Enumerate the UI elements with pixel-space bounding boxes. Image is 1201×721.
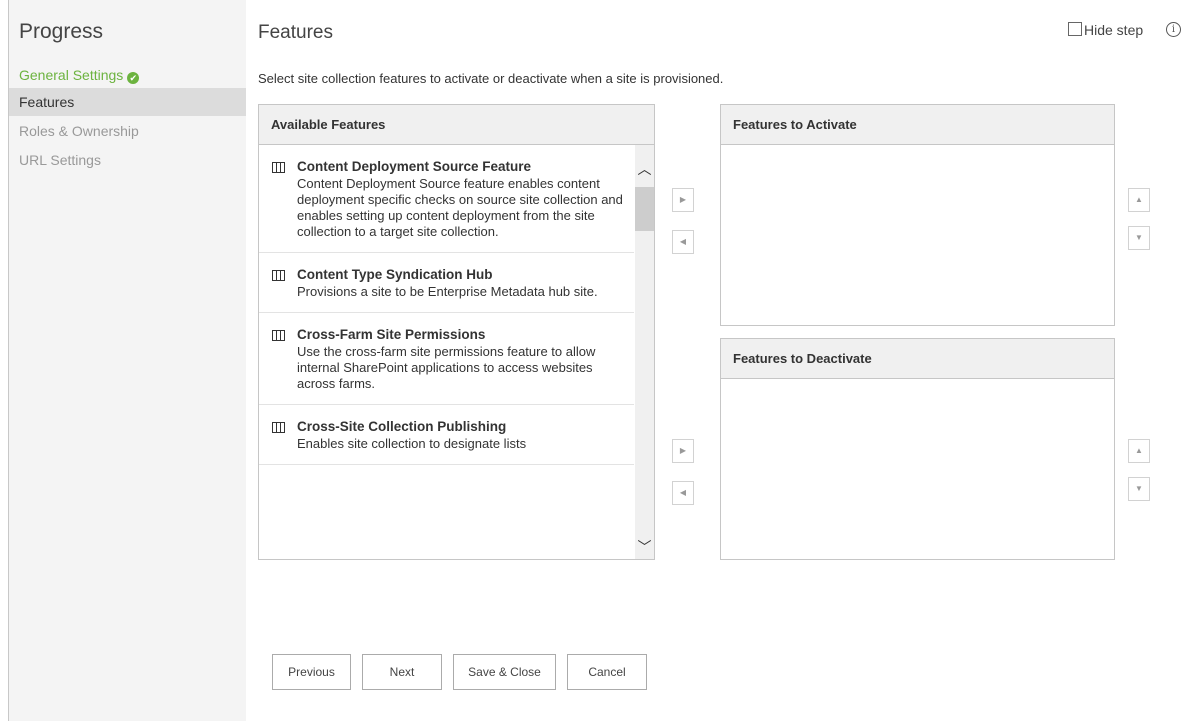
previous-button[interactable]: Previous (272, 654, 351, 690)
available-features-panel: Available Features Content Deployment So… (258, 104, 655, 560)
feature-icon (272, 270, 285, 281)
scroll-up-icon[interactable]: ︿ (635, 159, 654, 179)
features-to-deactivate-panel: Features to Deactivate (720, 338, 1115, 560)
list-item[interactable]: Cross-Site Collection Publishing Enables… (259, 405, 634, 465)
remove-from-deactivate-button[interactable]: ◀ (672, 481, 694, 505)
step-roles-ownership[interactable]: Roles & Ownership (9, 117, 246, 145)
list-item[interactable]: Cross-Farm Site Permissions Use the cros… (259, 313, 634, 405)
cancel-button[interactable]: Cancel (567, 654, 647, 690)
page-title: Features (258, 22, 333, 43)
step-label: Features (19, 94, 75, 110)
step-label: Roles & Ownership (19, 123, 139, 139)
step-features[interactable]: Features (9, 88, 246, 116)
feature-icon (272, 162, 285, 173)
move-to-activate-button[interactable]: ▶ (672, 188, 694, 212)
scroll-thumb[interactable] (635, 187, 654, 231)
checkbox-box[interactable] (1068, 22, 1082, 36)
feature-title: Content Deployment Source Feature (297, 159, 532, 174)
features-to-activate-header: Features to Activate (721, 105, 1114, 145)
step-label: General Settings (19, 67, 124, 83)
deactivate-move-down-button[interactable]: ▼ (1128, 477, 1150, 501)
hide-step-checkbox[interactable]: Hide step (1068, 22, 1143, 38)
feature-description: Provisions a site to be Enterprise Metad… (297, 284, 598, 299)
sidebar-title: Progress (19, 20, 104, 43)
remove-from-activate-button[interactable]: ◀ (672, 230, 694, 254)
save-close-button[interactable]: Save & Close (453, 654, 556, 690)
hide-step-label: Hide step (1084, 22, 1144, 38)
scroll-down-icon[interactable]: ﹀ (635, 537, 654, 557)
feature-title: Cross-Farm Site Permissions (297, 327, 486, 342)
activate-move-down-button[interactable]: ▼ (1128, 226, 1150, 250)
list-scrollbar[interactable]: ︿ ﹀ (635, 145, 654, 559)
info-icon[interactable]: i (1166, 22, 1181, 37)
page-description: Select site collection features to activ… (258, 71, 724, 86)
available-features-header: Available Features (259, 105, 654, 145)
next-button[interactable]: Next (362, 654, 442, 690)
list-item[interactable]: Content Type Syndication Hub Provisions … (259, 253, 634, 313)
feature-icon (272, 422, 285, 433)
deactivate-move-up-button[interactable]: ▲ (1128, 439, 1150, 463)
step-url-settings[interactable]: URL Settings (9, 146, 246, 174)
features-to-deactivate-header: Features to Deactivate (721, 339, 1114, 379)
available-features-list[interactable]: Content Deployment Source Feature Conten… (259, 145, 634, 559)
features-to-activate-panel: Features to Activate (720, 104, 1115, 326)
feature-description: Use the cross-farm site permissions feat… (297, 344, 596, 391)
move-to-deactivate-button[interactable]: ▶ (672, 439, 694, 463)
feature-description: Enables site collection to designate lis… (297, 436, 527, 451)
step-label: URL Settings (19, 152, 101, 168)
feature-icon (272, 330, 285, 341)
feature-title: Cross-Site Collection Publishing (297, 419, 507, 434)
progress-sidebar: Progress General Settings ✔ Features Role… (9, 0, 246, 721)
check-icon: ✔ (127, 72, 140, 84)
step-general-settings[interactable]: General Settings ✔ (9, 61, 246, 89)
list-item[interactable]: Content Deployment Source Feature Conten… (259, 145, 634, 253)
feature-title: Content Type Syndication Hub (297, 267, 493, 282)
feature-description: Content Deployment Source feature enable… (297, 176, 623, 239)
activate-move-up-button[interactable]: ▲ (1128, 188, 1150, 212)
